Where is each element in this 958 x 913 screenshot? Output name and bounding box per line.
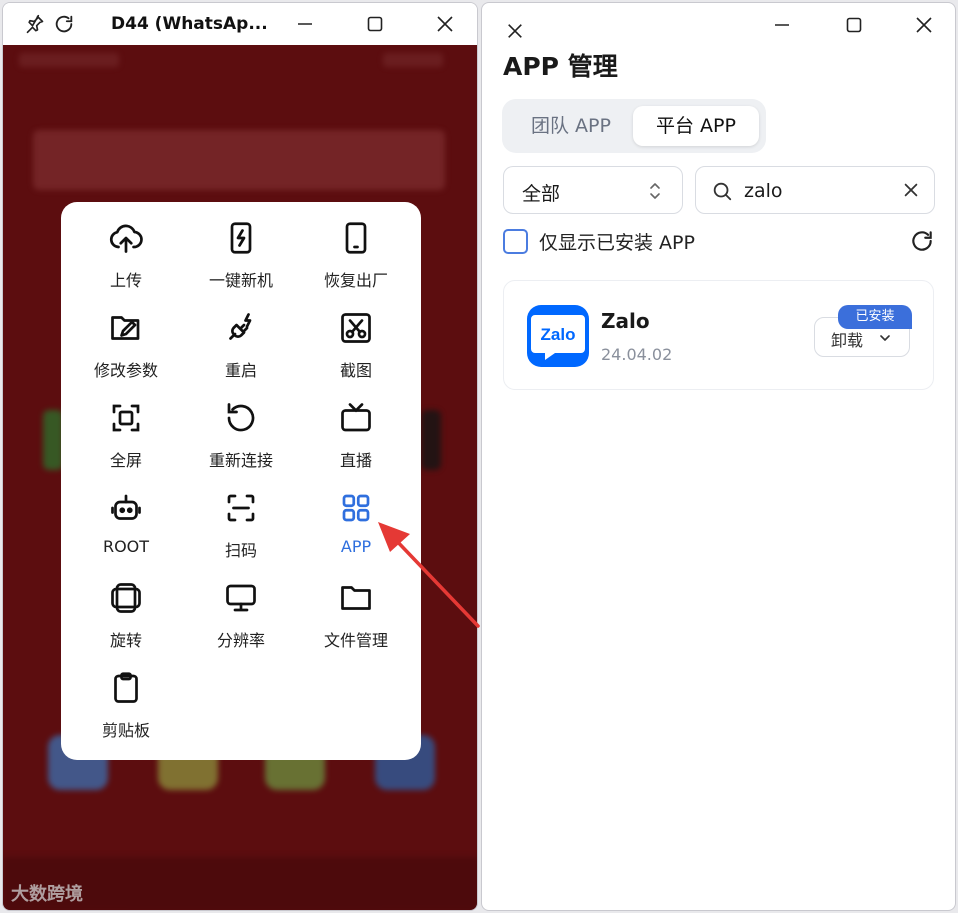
zalo-logo-icon: Zalo bbox=[527, 305, 589, 367]
folder-icon bbox=[341, 586, 371, 610]
tool-label: 扫码 bbox=[224, 541, 257, 560]
close-icon[interactable] bbox=[501, 17, 529, 45]
reload-icon[interactable] bbox=[52, 12, 76, 36]
select-arrows-icon bbox=[650, 183, 660, 199]
tool-reboot[interactable]: 重启 bbox=[184, 310, 298, 400]
phone-screen[interactable]: 上传 一键新机 恢复出厂 修改参数 重启 截图 全屏 重新连接 直播 ROOT … bbox=[3, 45, 477, 910]
close-icon[interactable] bbox=[433, 12, 457, 36]
tool-label: 全屏 bbox=[109, 451, 142, 470]
grid-icon bbox=[342, 494, 370, 522]
installed-only-label[interactable]: 仅显示已安装 APP bbox=[539, 228, 695, 255]
maximize-icon[interactable] bbox=[840, 11, 868, 39]
tool-factory-reset[interactable]: 恢复出厂 bbox=[299, 220, 413, 310]
tool-label: 重启 bbox=[224, 361, 257, 380]
edit-folder-icon bbox=[111, 316, 140, 340]
tool-resolution[interactable]: 分辨率 bbox=[184, 580, 298, 670]
tool-edit-params[interactable]: 修改参数 bbox=[69, 310, 183, 400]
chevron-down-icon bbox=[880, 335, 890, 341]
refresh-icon[interactable] bbox=[909, 228, 935, 254]
annotation-arrow bbox=[378, 522, 480, 628]
plug-icon bbox=[229, 313, 252, 340]
app-logo-text: Zalo bbox=[541, 325, 576, 344]
tab-platform-app[interactable]: 平台 APP bbox=[633, 106, 759, 146]
page-title: APP 管理 bbox=[503, 52, 618, 81]
tool-label: 旋转 bbox=[109, 631, 142, 650]
clear-search-icon[interactable] bbox=[902, 181, 920, 199]
tool-label: 分辨率 bbox=[216, 631, 265, 650]
search-box bbox=[695, 166, 935, 214]
blurred-search-bar bbox=[33, 130, 445, 190]
tool-new-device[interactable]: 一键新机 bbox=[184, 220, 298, 310]
blurred-status-bar bbox=[19, 53, 119, 67]
tool-label: 重新连接 bbox=[208, 451, 273, 470]
app-card[interactable]: Zalo Zalo 24.04.02 卸载 已安装 bbox=[503, 280, 934, 390]
tool-label: 文件管理 bbox=[323, 631, 388, 650]
search-input[interactable] bbox=[744, 176, 894, 206]
app-manager-window: APP 管理 团队 APP 平台 APP 全部 仅显示已安装 APP Zalo … bbox=[481, 2, 956, 911]
close-window-icon[interactable] bbox=[910, 11, 938, 39]
minimize-icon[interactable] bbox=[293, 12, 317, 36]
tab-team-app[interactable]: 团队 APP bbox=[509, 106, 633, 146]
tool-clipboard[interactable]: 剪贴板 bbox=[69, 670, 183, 760]
phone-titlebar: D44 (WhatsAp... bbox=[3, 3, 477, 45]
fullscreen-icon bbox=[112, 404, 140, 432]
app-version: 24.04.02 bbox=[601, 345, 673, 364]
tool-label: 剪贴板 bbox=[101, 721, 150, 740]
rotate-icon bbox=[227, 403, 255, 432]
installed-badge: 已安装 bbox=[838, 305, 912, 329]
search-icon bbox=[713, 182, 732, 201]
monitor-icon bbox=[226, 584, 256, 612]
tool-fullscreen[interactable]: 全屏 bbox=[69, 400, 183, 490]
clipboard-icon bbox=[114, 672, 138, 703]
device-tools-panel: 上传 一键新机 恢复出厂 修改参数 重启 截图 全屏 重新连接 直播 ROOT … bbox=[61, 202, 421, 760]
category-select-value: 全部 bbox=[522, 183, 561, 205]
tool-label: 一键新机 bbox=[208, 271, 273, 290]
pin-icon[interactable] bbox=[23, 12, 47, 36]
tool-label: 上传 bbox=[109, 271, 142, 290]
scan-icon bbox=[227, 494, 255, 522]
blurred-app-icon bbox=[421, 410, 441, 470]
app-source-tabs: 团队 APP 平台 APP bbox=[502, 99, 766, 153]
tool-scan[interactable]: 扫码 bbox=[184, 490, 298, 580]
scissors-icon bbox=[341, 313, 371, 343]
blurred-app-icon bbox=[43, 410, 63, 470]
tool-upload[interactable]: 上传 bbox=[69, 220, 183, 310]
tool-label: 直播 bbox=[339, 451, 372, 470]
installed-only-checkbox[interactable] bbox=[503, 229, 528, 254]
phone-window: D44 (WhatsAp... 上传 一键新机 恢复出厂 修改参数 重启 截图 … bbox=[2, 2, 478, 911]
tool-reconnect[interactable]: 重新连接 bbox=[184, 400, 298, 490]
tool-live[interactable]: 直播 bbox=[299, 400, 413, 490]
tool-label: 截图 bbox=[339, 361, 372, 380]
tool-label: ROOT bbox=[102, 537, 150, 556]
tool-root[interactable]: ROOT bbox=[69, 490, 183, 580]
watermark: 大数跨境 bbox=[11, 884, 83, 905]
phone-icon bbox=[345, 222, 367, 254]
robot-icon bbox=[111, 494, 141, 520]
new-device-icon bbox=[230, 222, 252, 254]
tool-label: 修改参数 bbox=[93, 361, 158, 380]
blurred-status-icons bbox=[383, 53, 443, 67]
category-select[interactable]: 全部 bbox=[503, 166, 683, 214]
app-name: Zalo bbox=[601, 309, 650, 333]
uninstall-button-label: 卸载 bbox=[831, 331, 864, 350]
tv-icon bbox=[341, 403, 371, 432]
tool-label: 恢复出厂 bbox=[323, 271, 388, 290]
minimize-icon[interactable] bbox=[768, 11, 796, 39]
tool-rotate[interactable]: 旋转 bbox=[69, 580, 183, 670]
tool-screenshot[interactable]: 截图 bbox=[299, 310, 413, 400]
rotate-device-icon bbox=[111, 583, 141, 613]
maximize-icon[interactable] bbox=[363, 12, 387, 36]
phone-window-title: D44 (WhatsAp... bbox=[111, 14, 268, 34]
upload-cloud-icon bbox=[109, 224, 143, 253]
